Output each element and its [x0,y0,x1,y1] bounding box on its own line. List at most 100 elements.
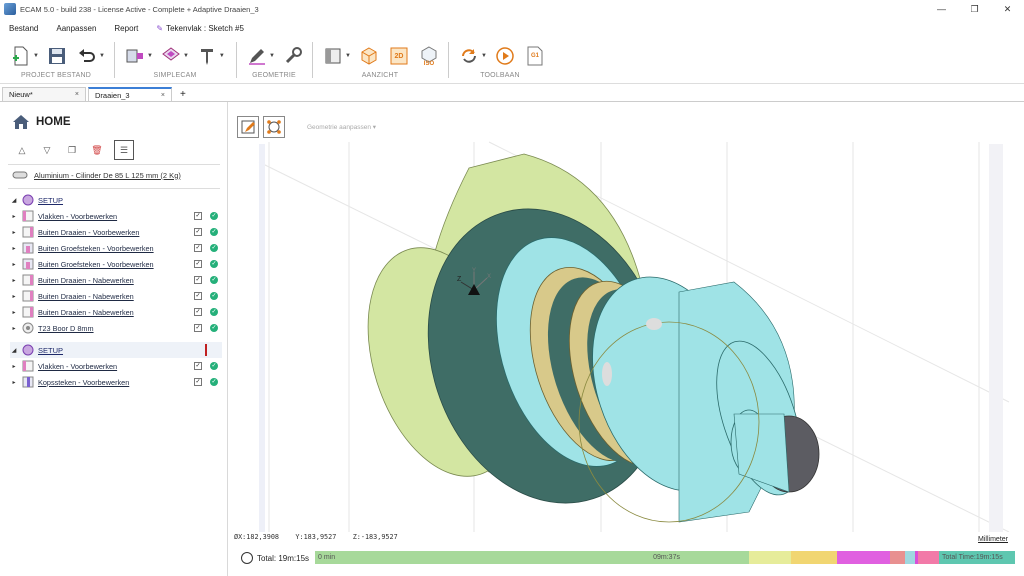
new-project-icon[interactable] [10,45,32,67]
close-icon[interactable]: × [75,91,79,98]
operation-row[interactable]: ▸ Vlakken - Voorbewerken ✓ ✓ [10,358,222,374]
visible-checkbox[interactable]: ✓ [194,362,202,370]
expand-arrow-icon[interactable]: ▸ [10,309,18,316]
operation-row[interactable]: ▸ Buiten Groefsteken - Voorbewerken ✓ ✓ [10,240,222,256]
expand-arrow-icon[interactable]: ▸ [10,363,18,370]
timeline-segment[interactable] [791,551,837,564]
timeline-segment[interactable]: 0 min 09m:37s [315,551,749,564]
status-ok-icon: ✓ [210,324,218,332]
maximize-button[interactable]: ❐ [958,0,991,18]
ribbon: ▼ ▼ PROJECT BESTAND ▼ ▼ ▼ SIMPLECAM ▼ GE… [0,38,1024,84]
menu-report[interactable]: Report [105,24,147,33]
project-tree-panel: HOME △ ▽ ❐ 🗑 ☰ Aluminium - Cilinder De 8… [0,102,228,576]
operation-label: Vlakken - Voorbewerken [38,361,118,371]
tab-draaien-3[interactable]: Draaien_3 × [88,87,172,101]
lathe-operation-icon[interactable] [124,45,146,67]
wrench-tool-icon[interactable] [282,45,304,67]
app-icon [4,3,16,15]
ribbon-group-simplecam: ▼ ▼ ▼ SIMPLECAM [116,42,234,82]
sketch-plane-selector[interactable]: ✎ Tekenvlak : Sketch #5 [147,24,253,33]
view-2d-icon[interactable]: 2D [388,45,410,67]
sketch-tool-icon[interactable] [246,45,268,67]
sort-icon[interactable]: ☰ [114,140,134,160]
expand-arrow-icon[interactable]: ▸ [10,229,18,236]
delete-icon[interactable]: 🗑 [89,142,105,158]
chevron-down-icon[interactable]: ▼ [33,53,39,59]
collapse-arrow-icon[interactable]: ◢ [10,197,18,204]
home-button[interactable]: HOME [12,114,71,130]
timeline-segment[interactable] [918,551,939,564]
visible-checkbox[interactable]: ✓ [194,212,202,220]
copy-icon[interactable]: ❐ [64,142,80,158]
chevron-down-icon[interactable]: ▼ [345,53,351,59]
operation-row[interactable]: ▸ Buiten Groefsteken - Voorbewerken ✓ ✓ [10,256,222,272]
milling-operation-icon[interactable] [160,45,182,67]
operation-row[interactable]: ▸ Vlakken - Voorbewerken ✓ ✓ [10,208,222,224]
units-link[interactable]: Millimeter [978,536,1008,543]
view-iso-icon[interactable]: ISO [418,45,440,67]
expand-arrow-icon[interactable]: ▸ [10,277,18,284]
operation-row[interactable]: ▸ Buiten Draaien - Nabewerken ✓ ✓ [10,288,222,304]
3d-viewport[interactable]: Geometrie aanpassen ▾ Z X Y ØX:182,3908 … [229,102,1024,548]
expand-arrow-icon[interactable]: ▸ [10,293,18,300]
chevron-down-icon[interactable]: ▼ [183,53,189,59]
chevron-down-icon[interactable]: ▼ [481,53,487,59]
visible-checkbox[interactable]: ✓ [194,378,202,386]
chevron-down-icon[interactable]: ▼ [99,53,105,59]
operation-label: Buiten Draaien - Voorbewerken [38,227,140,237]
operation-row[interactable]: ▸ Buiten Draaien - Nabewerken ✓ ✓ [10,272,222,288]
expand-arrow-icon[interactable]: ▸ [10,325,18,332]
move-down-icon[interactable]: ▽ [39,142,55,158]
move-up-icon[interactable]: △ [14,142,30,158]
menu-bestand[interactable]: Bestand [0,24,47,33]
chevron-down-icon[interactable]: ▼ [147,53,153,59]
panel-layout-icon[interactable] [322,45,344,67]
gcode-icon[interactable]: G1 [524,45,546,67]
expand-arrow-icon[interactable]: ▸ [10,261,18,268]
timeline-segment[interactable] [749,551,791,564]
add-tab-button[interactable]: + [180,89,186,101]
visible-checkbox[interactable]: ✓ [194,260,202,268]
visible-checkbox[interactable]: ✓ [194,308,202,316]
close-icon[interactable]: × [161,92,165,99]
view-3d-icon[interactable] [358,45,380,67]
tab-nieuw[interactable]: Nieuw* × [2,87,86,101]
collapse-arrow-icon[interactable]: ◢ [10,347,18,354]
material-link[interactable]: Aluminium - Cilinder De 85 L 125 mm (2 K… [12,170,181,180]
operation-label: Buiten Draaien - Nabewerken [38,291,134,301]
operation-row[interactable]: ▸ Buiten Draaien - Nabewerken ✓ ✓ [10,304,222,320]
operation-timeline[interactable]: 0 min 09m:37s Total Time:19m:15s [315,551,1015,564]
active-marker [205,344,207,356]
minimize-button[interactable]: — [925,0,958,18]
coord-z: Z:-183,9527 [352,533,398,541]
setup-node[interactable]: ◢ SETUP [10,192,222,208]
operation-row[interactable]: ▸ Buiten Draaien - Voorbewerken ✓ ✓ [10,224,222,240]
chevron-down-icon[interactable]: ▼ [219,53,225,59]
timeline-segment[interactable] [837,551,890,564]
expand-arrow-icon[interactable]: ▸ [10,379,18,386]
chevron-down-icon[interactable]: ▼ [269,53,275,59]
timeline-segment[interactable] [905,551,915,564]
visible-checkbox[interactable]: ✓ [194,276,202,284]
face-op-icon [22,360,34,372]
expand-arrow-icon[interactable]: ▸ [10,245,18,252]
regenerate-icon[interactable] [458,45,480,67]
visible-checkbox[interactable]: ✓ [194,244,202,252]
visible-checkbox[interactable]: ✓ [194,324,202,332]
view-iso-label: ISO [423,61,435,67]
setup-node[interactable]: ◢ SETUP [10,342,222,358]
close-window-button[interactable]: ✕ [991,0,1024,18]
operation-row[interactable]: ▸ T23 Boor D 8mm ✓ ✓ [10,320,222,336]
drill-operation-icon[interactable] [196,45,218,67]
operation-label: Vlakken - Voorbewerken [38,211,118,221]
operation-row[interactable]: ▸ Kopssteken - Voorbewerken ✓ ✓ [10,374,222,390]
expand-arrow-icon[interactable]: ▸ [10,213,18,220]
menu-aanpassen[interactable]: Aanpassen [47,24,105,33]
visible-checkbox[interactable]: ✓ [194,292,202,300]
play-simulation-icon[interactable] [494,45,516,67]
visible-checkbox[interactable]: ✓ [194,228,202,236]
undo-icon[interactable] [76,45,98,67]
timeline-segment[interactable]: Total Time:19m:15s [939,551,1015,564]
save-icon[interactable] [46,45,68,67]
timeline-segment[interactable] [890,551,905,564]
